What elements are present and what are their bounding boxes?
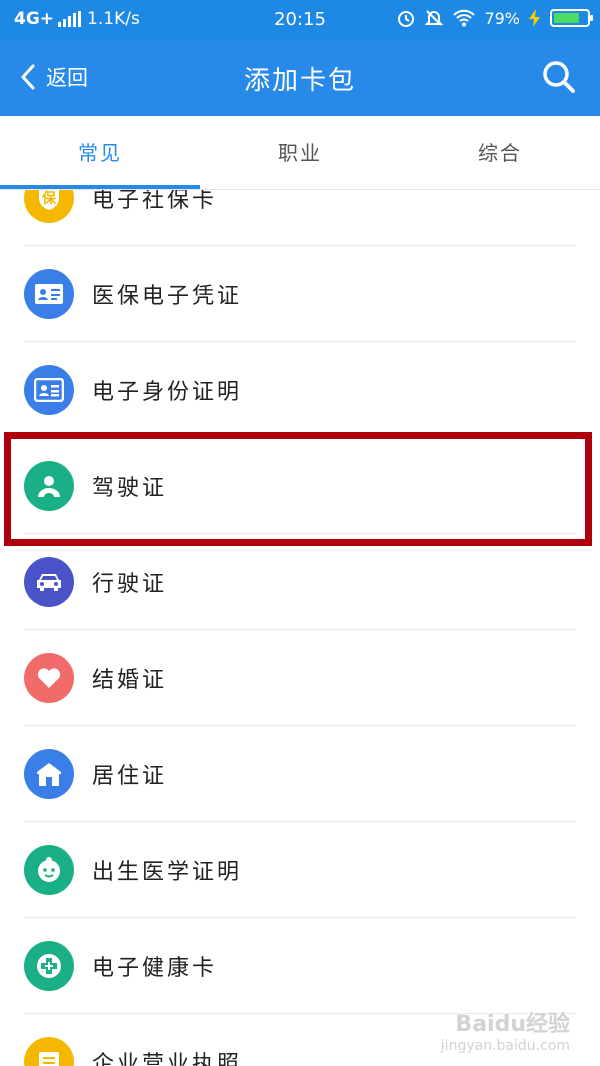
tab-profession[interactable]: 职业 <box>200 116 400 189</box>
charging-icon <box>529 9 540 27</box>
watermark-logo: Baidu经验 <box>455 1012 570 1037</box>
list-item-electronic-id[interactable]: 电子身份证明 <box>0 342 600 438</box>
list-item-label: 医保电子凭证 <box>92 284 243 309</box>
license-icon <box>24 1037 74 1066</box>
mute-bell-icon <box>425 10 444 26</box>
list-item-label: 企业营业执照 <box>92 1052 243 1066</box>
baby-icon <box>24 845 74 895</box>
medical-cross-icon <box>24 941 74 991</box>
status-bar: 4G+ 1.1K/s 20:15 79% <box>0 0 600 40</box>
list-item-marriage-certificate[interactable]: 结婚证 <box>0 630 600 726</box>
watermark-url: jingyan.baidu.com <box>440 1038 570 1054</box>
list-item-label: 驾驶证 <box>92 476 168 501</box>
list-item-label: 出生医学证明 <box>92 860 243 885</box>
id-card-icon <box>24 365 74 415</box>
list-item-birth-certificate[interactable]: 出生医学证明 <box>0 822 600 918</box>
app-bar: 返回 添加卡包 <box>0 40 600 116</box>
heart-icon <box>24 653 74 703</box>
page-title: 添加卡包 <box>243 66 356 96</box>
alarm-icon <box>398 11 415 27</box>
tab-general[interactable]: 综合 <box>400 116 600 189</box>
driver-icon <box>24 461 74 511</box>
wifi-icon <box>453 9 476 27</box>
tab-bar: 常见 职业 综合 <box>0 116 600 190</box>
list-item-driver-license[interactable]: 驾驶证 <box>0 438 600 534</box>
list-item-residence-permit[interactable]: 居住证 <box>0 726 600 822</box>
card-list: 保 电子社保卡 医保电子凭证 电子身份证明 驾驶证 行驶证 结婚证 居住证 出生… <box>0 190 600 1066</box>
battery-fill <box>554 13 580 23</box>
search-icon <box>543 61 575 93</box>
list-item-label: 行驶证 <box>92 572 168 597</box>
shield-glyph: 保 <box>42 191 56 207</box>
list-item-vehicle-license[interactable]: 行驶证 <box>0 534 600 630</box>
watermark: Baidu经验 jingyan.baidu.com <box>441 1006 570 1054</box>
car-icon <box>24 557 74 607</box>
battery-percent: 79% <box>484 8 520 28</box>
status-right: 79% <box>396 8 593 28</box>
search-button[interactable] <box>542 60 576 98</box>
list-item-social-security-card[interactable]: 保 电子社保卡 <box>0 190 600 246</box>
list-item-label: 居住证 <box>92 764 168 789</box>
battery-icon <box>550 9 593 27</box>
tab-common[interactable]: 常见 <box>0 116 200 189</box>
list-item-label: 电子社保卡 <box>92 190 218 213</box>
shield-icon: 保 <box>24 190 74 223</box>
house-icon <box>24 749 74 799</box>
list-item-label: 结婚证 <box>92 668 168 693</box>
id-card-icon <box>24 269 74 319</box>
list-item-label: 电子身份证明 <box>92 380 243 405</box>
list-item-health-card[interactable]: 电子健康卡 <box>0 918 600 1014</box>
list-item-medical-insurance[interactable]: 医保电子凭证 <box>0 246 600 342</box>
list-item-label: 电子健康卡 <box>92 956 218 981</box>
